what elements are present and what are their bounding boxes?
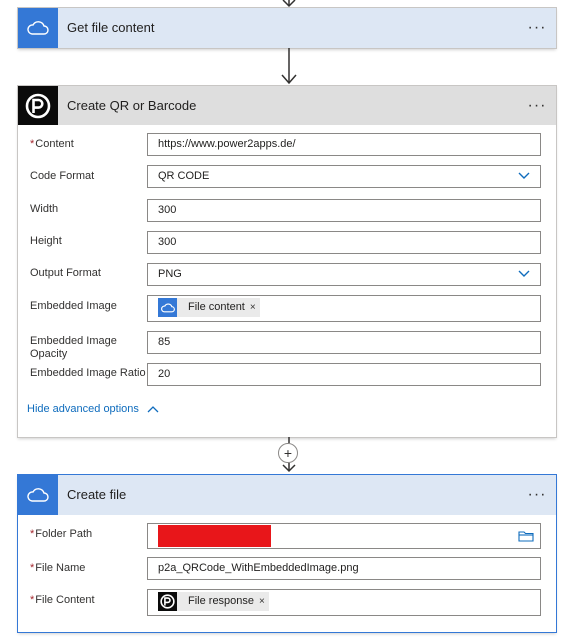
hide-advanced-options-link[interactable]: Hide advanced options (27, 403, 159, 415)
folder-picker-icon[interactable] (518, 530, 534, 542)
remove-token-button[interactable]: × (259, 591, 269, 612)
width-input[interactable]: 300 (147, 199, 541, 222)
advanced-toggle-label: Hide advanced options (27, 403, 139, 415)
chevron-down-icon (518, 172, 530, 179)
chevron-up-icon (147, 406, 159, 413)
content-label: *Content (30, 138, 74, 150)
step-header[interactable]: Get file content ··· (18, 8, 556, 48)
redacted-value (158, 525, 271, 547)
output-format-label: Output Format (30, 267, 101, 279)
more-options-button[interactable]: ··· (526, 86, 548, 125)
top-connector-arrow (282, 0, 296, 8)
embedded-ratio-input[interactable]: 20 (147, 363, 541, 386)
power2apps-logo-icon (18, 86, 58, 125)
embedded-opacity-input[interactable]: 85 (147, 331, 541, 354)
file-name-input[interactable]: p2a_QRCode_WithEmbeddedImage.png (147, 557, 541, 580)
step-title: Create file (67, 487, 127, 502)
output-format-dropdown[interactable]: PNG (147, 263, 541, 286)
step-create-file[interactable]: Create file ··· *Folder Path *File Name … (18, 475, 556, 632)
file-response-token[interactable]: File response × (158, 592, 269, 611)
cloud-icon (158, 298, 177, 317)
embedded-ratio-label: Embedded Image Ratio (30, 367, 146, 379)
connector-arrow (281, 48, 297, 85)
file-content-input[interactable]: File response × (147, 589, 541, 616)
embedded-image-label: Embedded Image (30, 300, 117, 312)
height-input[interactable]: 300 (147, 231, 541, 254)
insert-step-button[interactable]: + (278, 443, 298, 463)
more-options-button[interactable]: ··· (526, 475, 548, 515)
folder-path-input[interactable] (147, 523, 541, 549)
file-content-token[interactable]: File content × (158, 298, 260, 317)
code-format-value: QR CODE (158, 170, 210, 182)
power2apps-logo-icon (158, 592, 177, 611)
step-title: Create QR or Barcode (67, 98, 197, 113)
token-label: File content (188, 301, 245, 313)
step-title: Get file content (67, 20, 155, 35)
step-create-qr-or-barcode[interactable]: Create QR or Barcode ··· *Content https:… (18, 86, 556, 437)
step-header[interactable]: Create file ··· (18, 475, 556, 515)
embedded-opacity-label: Embedded Image Opacity (30, 335, 117, 360)
file-content-label: *File Content (30, 594, 95, 606)
more-options-button[interactable]: ··· (526, 8, 548, 48)
chevron-down-icon (518, 270, 530, 277)
file-name-label: *File Name (30, 562, 86, 574)
embedded-image-input[interactable]: File content × (147, 295, 541, 322)
step-get-file-content[interactable]: Get file content ··· (18, 8, 556, 48)
content-input[interactable]: https://www.power2apps.de/ (147, 133, 541, 156)
plus-icon: + (283, 445, 293, 461)
step-header[interactable]: Create QR or Barcode ··· (18, 86, 556, 125)
code-format-dropdown[interactable]: QR CODE (147, 165, 541, 188)
output-format-value: PNG (158, 268, 182, 280)
height-label: Height (30, 235, 62, 247)
token-label: File response (188, 595, 255, 607)
cloud-icon (18, 475, 58, 515)
remove-token-button[interactable]: × (250, 297, 260, 318)
folder-path-label: *Folder Path (30, 528, 93, 540)
code-format-label: Code Format (30, 170, 95, 182)
width-label: Width (30, 203, 59, 215)
cloud-icon (18, 8, 58, 48)
